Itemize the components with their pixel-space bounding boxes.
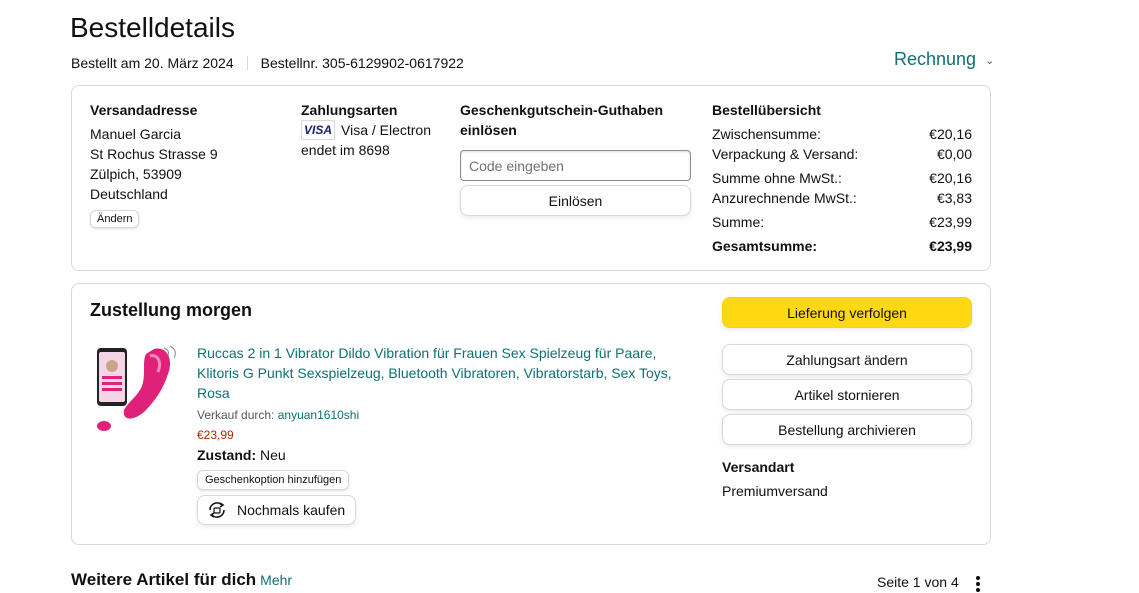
payment-section: Zahlungsarten VISA Visa / Electron endet… (301, 100, 451, 160)
change-address-button[interactable]: Ändern (90, 210, 140, 228)
invoice-label: Rechnung (894, 49, 977, 69)
total-value: €23,99 (929, 238, 972, 254)
recommendations-title: Weitere Artikel für dich (71, 570, 257, 589)
product-image[interactable] (94, 344, 186, 436)
total-label: Gesamtsumme: (712, 238, 818, 254)
seller-prefix: Verkauf durch: (197, 408, 275, 422)
card-type: Visa / Electron (341, 122, 432, 138)
page-title: Bestelldetails (70, 12, 235, 43)
seller-line: Verkauf durch: anyuan1610shi (197, 407, 697, 423)
shipping-method-heading: Versandart (722, 459, 795, 475)
order-number: Bestellnr. 305-6129902-0617922 (260, 55, 464, 71)
summary-total-row: Gesamtsumme: €23,99 (712, 236, 972, 256)
address-street: St Rochus Strasse 9 (90, 146, 218, 162)
more-link[interactable]: Mehr (260, 572, 292, 588)
redeem-button[interactable]: Einlösen (460, 185, 691, 216)
gift-code-input[interactable] (460, 150, 691, 181)
summary-value: €3,83 (936, 190, 972, 206)
shipping-address-section: Versandadresse Manuel Garcia St Rochus S… (90, 100, 280, 228)
visa-logo-icon: VISA (301, 120, 335, 140)
order-summary-section: Bestellübersicht Zwischensumme: €20,16 V… (712, 100, 972, 256)
cancel-item-button[interactable]: Artikel stornieren (722, 379, 972, 410)
delivery-status: Zustellung morgen (90, 300, 252, 320)
order-date: Bestellt am 20. März 2024 (71, 55, 234, 71)
more-options-icon[interactable] (970, 574, 986, 593)
summary-label: Zwischensumme: (712, 126, 821, 142)
chevron-down-icon: ⌄ (985, 55, 995, 67)
card-ending: endet im 8698 (301, 142, 390, 158)
track-package-button[interactable]: Lieferung verfolgen (722, 297, 972, 328)
address-city: Zülpich, 53909 (90, 166, 182, 182)
meta-divider (246, 56, 248, 70)
summary-label: Summe: (712, 214, 765, 230)
order-actions: Lieferung verfolgen Zahlungsart ändern A… (722, 297, 972, 501)
summary-label: Verpackung & Versand: (712, 146, 859, 162)
address-name: Manuel Garcia (90, 126, 182, 142)
summary-label: Summe ohne MwSt.: (712, 170, 842, 186)
summary-value: €23,99 (929, 214, 972, 230)
condition-label: Zustand: (197, 447, 257, 463)
condition-line: Zustand: Neu (197, 445, 697, 465)
delivery-box: Zustellung morgen Ruccas 2 in 1 Vibrator… (71, 283, 991, 545)
summary-value: €0,00 (936, 146, 972, 162)
order-info-box: Versandadresse Manuel Garcia St Rochus S… (71, 85, 991, 271)
buy-again-label: Nochmals kaufen (237, 502, 346, 518)
product-info: Ruccas 2 in 1 Vibrator Dildo Vibration f… (197, 343, 697, 525)
change-payment-button[interactable]: Zahlungsart ändern (722, 344, 972, 375)
buy-again-button[interactable]: Nochmals kaufen (197, 495, 357, 525)
payment-heading: Zahlungsarten (301, 102, 398, 118)
gift-card-section: Geschenkgutschein-Guthaben einlösen Einl… (460, 100, 692, 216)
order-summary-heading: Bestellübersicht (712, 102, 821, 118)
summary-label: Anzurechnende MwSt.: (712, 190, 857, 206)
shipping-method-value: Premiumversand (722, 483, 828, 499)
summary-row: Summe ohne MwSt.: €20,16 (712, 168, 972, 188)
archive-order-button[interactable]: Bestellung archivieren (722, 414, 972, 445)
invoice-dropdown[interactable]: Rechnung ⌄ (894, 49, 994, 70)
gift-card-heading: Geschenkgutschein-Guthaben einlösen (460, 102, 664, 138)
recommendations-heading: Weitere Artikel für dich Mehr (71, 570, 292, 590)
seller-link[interactable]: anyuan1610shi (278, 408, 359, 422)
summary-row: Verpackung & Versand: €0,00 (712, 144, 972, 164)
payment-card-row: VISA Visa / Electron (301, 120, 451, 140)
condition-value: Neu (260, 447, 286, 463)
add-gift-option-button[interactable]: Geschenkoption hinzufügen (197, 470, 350, 490)
buy-again-icon (209, 502, 225, 518)
order-meta: Bestellt am 20. März 2024 Bestellnr. 305… (71, 55, 464, 71)
page-indicator: Seite 1 von 4 (877, 574, 959, 590)
shipping-address-heading: Versandadresse (90, 102, 198, 118)
summary-row: Summe: €23,99 (712, 212, 972, 232)
product-price: €23,99 (197, 428, 234, 442)
summary-value: €20,16 (929, 170, 972, 186)
product-title-link[interactable]: Ruccas 2 in 1 Vibrator Dildo Vibration f… (197, 343, 697, 403)
summary-row: Anzurechnende MwSt.: €3,83 (712, 188, 972, 208)
summary-value: €20,16 (929, 126, 972, 142)
summary-row: Zwischensumme: €20,16 (712, 124, 972, 144)
address-country: Deutschland (90, 186, 168, 202)
